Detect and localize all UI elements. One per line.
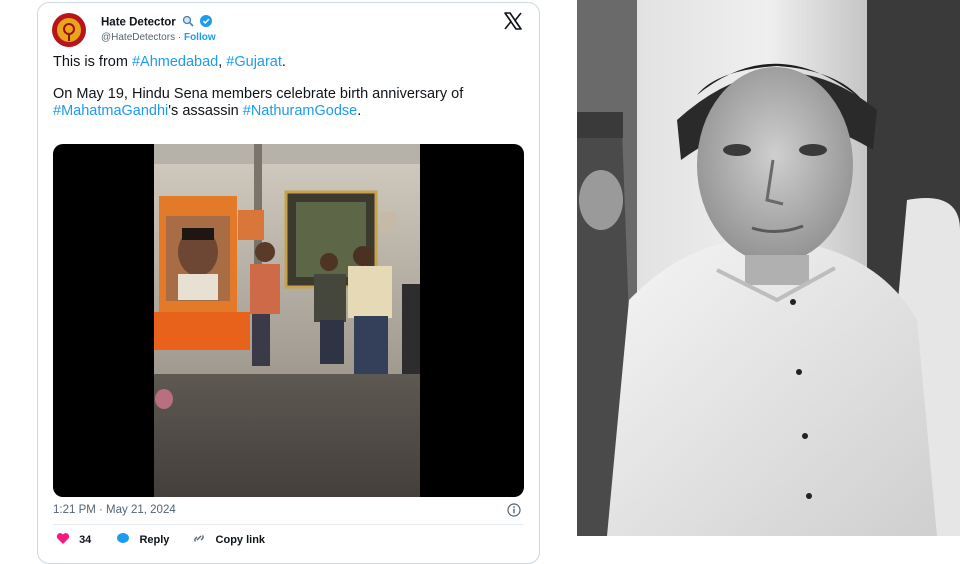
follow-button[interactable]: Follow	[184, 32, 216, 43]
handle-separator: ·	[175, 32, 184, 43]
hashtag-ahmedabad[interactable]: #Ahmedabad	[132, 54, 218, 70]
author-name-row[interactable]: Hate Detector	[101, 15, 213, 30]
hashtag-mahatmagandhi[interactable]: #MahatmaGandhi	[53, 103, 168, 119]
magnifier-icon	[182, 15, 194, 30]
action-bar: 34 Reply Copy link	[56, 532, 265, 548]
text-segment: This is from	[53, 54, 132, 70]
reply-button[interactable]: Reply	[139, 534, 169, 546]
copy-link-button[interactable]: Copy link	[216, 534, 266, 546]
tweet-card: Hate Detector @HateDetectors · Follow Th…	[37, 2, 540, 564]
info-icon[interactable]	[507, 503, 521, 522]
heart-icon[interactable]	[56, 532, 70, 548]
author-name[interactable]: Hate Detector	[101, 17, 176, 29]
handle-row: @HateDetectors · Follow	[101, 32, 216, 43]
hashtag-nathuramgodse[interactable]: #NathuramGodse	[243, 103, 357, 119]
video-scene	[154, 144, 420, 497]
video-player[interactable]	[53, 144, 524, 497]
divider	[53, 524, 524, 525]
tweet-text-line2: On May 19, Hindu Sena members celebrate …	[53, 86, 473, 120]
avatar[interactable]	[52, 13, 86, 47]
portrait-photo	[577, 0, 960, 536]
verified-badge-icon	[200, 15, 213, 30]
like-count: 34	[79, 534, 92, 546]
x-logo-icon[interactable]	[503, 12, 523, 35]
portrait-illustration	[577, 0, 960, 536]
text-segment: On May 19, Hindu Sena members celebrate …	[53, 86, 464, 102]
avatar-logo	[57, 18, 81, 42]
hashtag-gujarat[interactable]: #Gujarat	[226, 54, 282, 70]
text-segment: .	[357, 103, 362, 119]
link-icon[interactable]	[192, 532, 206, 548]
video-frame	[154, 144, 420, 497]
tweet-text-line1: This is from #Ahmedabad, #Gujarat.	[53, 54, 286, 71]
text-segment: .	[281, 54, 286, 70]
magnifier-logo-icon	[63, 23, 75, 41]
handle[interactable]: @HateDetectors	[101, 32, 175, 43]
text-segment: 's assassin	[168, 103, 239, 119]
timestamp[interactable]: 1:21 PM · May 21, 2024	[53, 504, 176, 516]
reply-bubble-icon[interactable]	[116, 532, 130, 548]
